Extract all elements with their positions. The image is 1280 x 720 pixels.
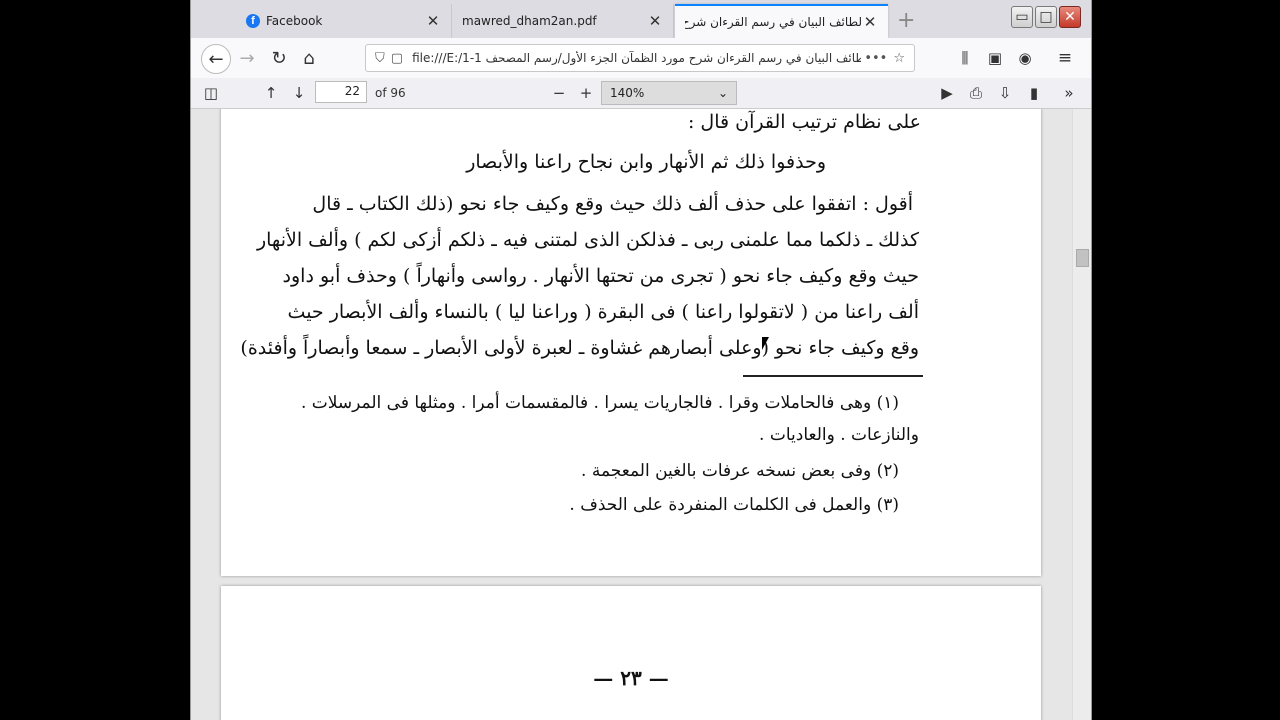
- pdf-page: — ٢٣ —: [221, 586, 1041, 720]
- zoom-out-icon[interactable]: −: [547, 81, 571, 105]
- text-line: على نظام ترتيب القرآن قال :: [687, 111, 921, 133]
- toggle-sidebar-icon[interactable]: ◫: [199, 81, 223, 105]
- close-tab-icon[interactable]: ✕: [862, 13, 878, 31]
- verse-line: وحذفوا ذلك ثم الأنهار وابن نجاح راعنا وا…: [466, 151, 826, 173]
- library-icon[interactable]: ⫼: [951, 44, 979, 72]
- previous-page-icon[interactable]: ↑: [259, 81, 283, 105]
- print-icon[interactable]: ⎙: [964, 81, 988, 105]
- mouse-cursor-icon: [762, 337, 769, 350]
- tools-chevron-icon[interactable]: »: [1057, 81, 1081, 105]
- page-number-label: — ٢٣ —: [593, 666, 669, 690]
- tab-pdf[interactable]: mawred_dham2an.pdf ✕: [452, 4, 674, 38]
- pdf-page: على نظام ترتيب القرآن قال : وحذفوا ذلك ث…: [221, 109, 1041, 576]
- minimize-icon[interactable]: ▭: [1011, 6, 1033, 28]
- bookmark-icon[interactable]: ▮: [1022, 81, 1046, 105]
- tab-facebook[interactable]: f Facebook ✕: [236, 4, 452, 38]
- page-icon: ▢: [390, 50, 404, 66]
- bookmark-star-icon[interactable]: ☆: [893, 51, 905, 66]
- tab-title: mawred_dham2an.pdf: [462, 14, 597, 28]
- navigation-bar: ← → ↻ ⌂ ⛉ ▢ file:///E:/1-1 لطائف البيان …: [191, 38, 1091, 79]
- browser-window: f Facebook ✕ mawred_dham2an.pdf ✕ لطائف …: [190, 0, 1092, 720]
- home-icon[interactable]: ⌂: [295, 44, 323, 72]
- text-line: ألف راعنا من ( لاتقولوا راعنا ) فى البقر…: [287, 301, 919, 323]
- close-tab-icon[interactable]: ✕: [425, 12, 441, 30]
- chevron-down-icon: ⌄: [717, 86, 728, 100]
- tab-strip: f Facebook ✕ mawred_dham2an.pdf ✕ لطائف …: [191, 0, 1091, 38]
- text-line: كذلك ـ ذلكما مما علمنى ربى ـ فذلكن الذى …: [256, 229, 919, 251]
- tab-title: Facebook: [266, 14, 323, 28]
- footnote-divider: [743, 375, 923, 377]
- presentation-mode-icon[interactable]: ▶: [935, 81, 959, 105]
- vertical-scrollbar[interactable]: [1072, 109, 1091, 720]
- text-line: حيث وقع وكيف جاء نحو ( تجرى من تحتها الأ…: [282, 265, 919, 287]
- maximize-icon[interactable]: □: [1035, 6, 1057, 28]
- close-window-icon[interactable]: ✕: [1059, 6, 1081, 28]
- zoom-value: 140%: [610, 86, 645, 100]
- next-page-icon[interactable]: ↓: [287, 81, 311, 105]
- page-number-input[interactable]: 22: [315, 81, 367, 103]
- pdf-toolbar: ◫ ↑ ↓ 22 of 96 − + 140% ⌄ ▶ ⎙ ⇩ ▮ »: [191, 78, 1091, 109]
- footnote-line: والنازعات . والعاديات .: [759, 425, 919, 445]
- account-icon[interactable]: ◉: [1011, 44, 1039, 72]
- save-icon[interactable]: ⇩: [993, 81, 1017, 105]
- page-count: of 96: [375, 86, 406, 100]
- zoom-select[interactable]: 140% ⌄: [601, 81, 737, 105]
- shield-icon[interactable]: ⛉: [375, 51, 385, 66]
- pdf-viewer[interactable]: على نظام ترتيب القرآن قال : وحذفوا ذلك ث…: [191, 109, 1091, 720]
- text-line: وقع وكيف جاء نحو (وعلى أبصارهم غشاوة ـ ل…: [240, 337, 919, 359]
- url-text[interactable]: file:///E:/1-1 لطائف البيان في رسم القرء…: [412, 51, 861, 65]
- tab-title: لطائف البيان في رسم القرءان شرح مورد: [685, 15, 862, 29]
- sidebar-icon[interactable]: ▣: [981, 44, 1009, 72]
- back-arrow-icon[interactable]: ←: [201, 44, 231, 74]
- facebook-icon: f: [246, 14, 260, 28]
- reload-icon[interactable]: ↻: [265, 44, 293, 72]
- forward-arrow-icon[interactable]: →: [233, 44, 261, 72]
- tab-active-document[interactable]: لطائف البيان في رسم القرءان شرح مورد ✕: [675, 4, 888, 38]
- zoom-in-icon[interactable]: +: [574, 81, 598, 105]
- new-tab-icon[interactable]: +: [897, 8, 915, 33]
- text-line: أقول : اتفقوا على حذف ألف ذلك حيث وقع وك…: [312, 193, 913, 215]
- footnote-line: (٢) وفى بعض نسخه عرفات بالغين المعجمة .: [581, 461, 899, 481]
- close-tab-icon[interactable]: ✕: [647, 12, 663, 30]
- hamburger-menu-icon[interactable]: ≡: [1051, 44, 1079, 72]
- footnote-line: (١) وهى فالحاملات وقرا . فالجاريات يسرا …: [300, 393, 899, 413]
- scrollbar-thumb[interactable]: [1076, 249, 1089, 267]
- page-actions-icon[interactable]: •••: [864, 51, 887, 66]
- footnote-line: (٣) والعمل فى الكلمات المنفردة على الحذف…: [569, 495, 899, 515]
- url-bar[interactable]: ⛉ ▢ file:///E:/1-1 لطائف البيان في رسم ا…: [365, 44, 915, 72]
